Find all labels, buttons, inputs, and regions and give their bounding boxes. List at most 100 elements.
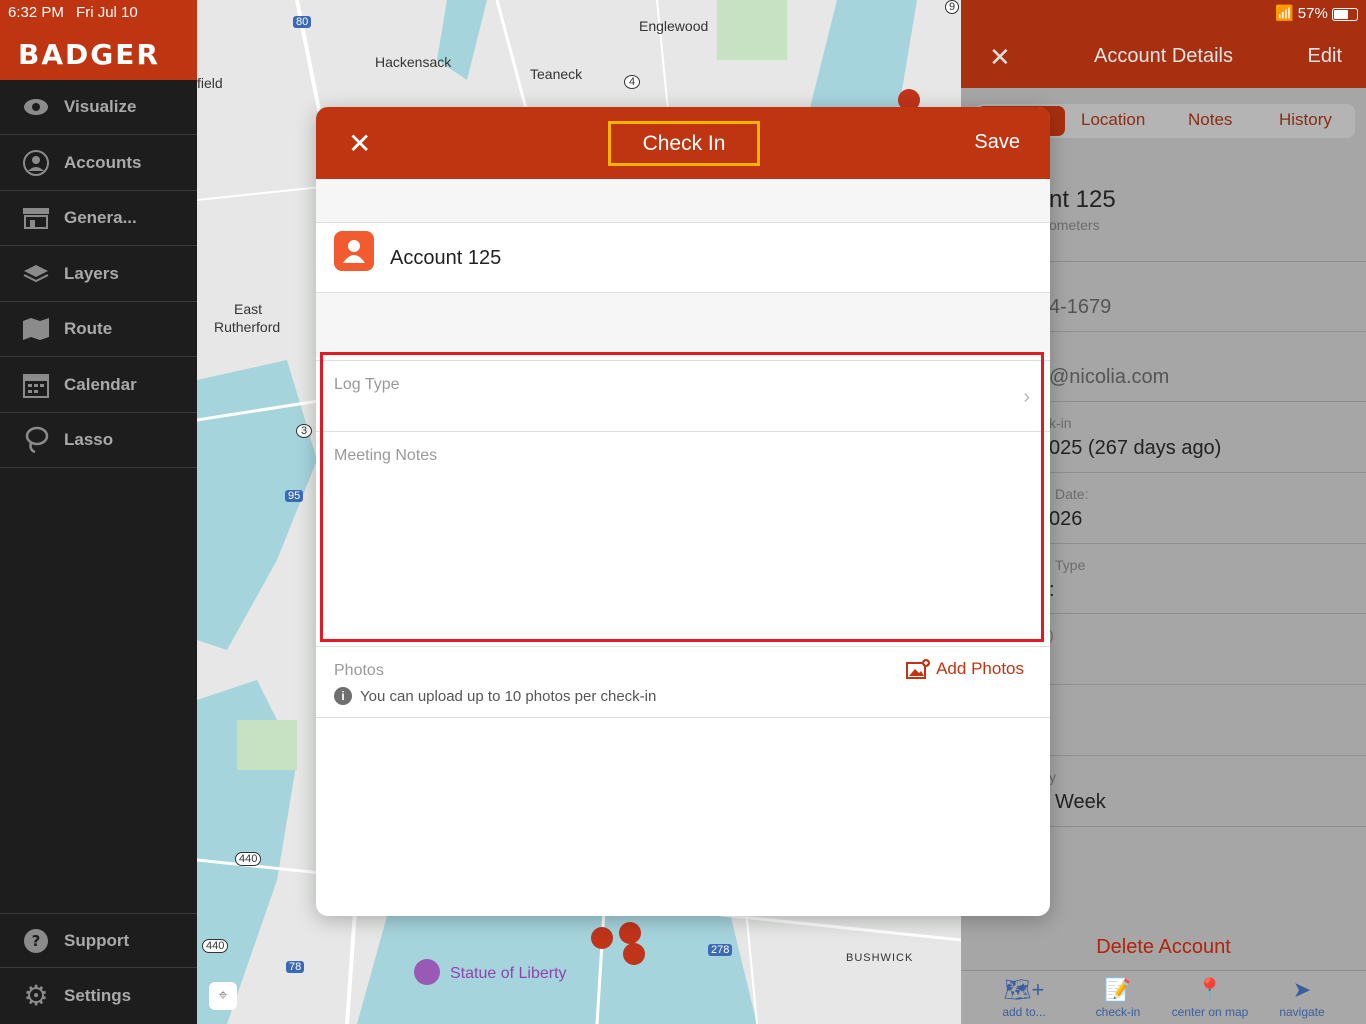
sidebar-item-label: Layers	[64, 264, 119, 283]
detail-value: @nicolia.com	[1049, 366, 1170, 388]
map-label-statue-of-liberty: Statue of Liberty	[450, 965, 567, 982]
account-toolbar: 🗺+ add to... 📝 check-in 📍 center on map …	[961, 970, 1366, 1024]
sidebar-item-support[interactable]: ? Support	[0, 913, 197, 968]
sidebar-item-calendar[interactable]: Calendar	[0, 358, 197, 413]
status-battery: 📶 57%	[1275, 4, 1358, 22]
photo-info-text: You can upload up to 10 photos per check…	[360, 687, 657, 705]
form-highlight	[320, 352, 1044, 642]
status-time-text: 6:32 PM	[8, 4, 64, 21]
section-spacer	[316, 179, 1050, 223]
add-photos-label: Add Photos	[936, 659, 1024, 678]
detail-value: 4-1679	[1049, 296, 1112, 318]
account-name: Account 125	[390, 247, 502, 269]
modal-title: Check In	[642, 131, 726, 155]
battery-percent: 57%	[1297, 5, 1328, 22]
map-label-teaneck: Teaneck	[530, 66, 583, 82]
account-details-title: Account Details	[1094, 45, 1233, 67]
modal-title-highlight: Check In	[608, 121, 760, 166]
sidebar-item-visualize[interactable]: Visualize	[0, 80, 197, 135]
sidebar-item-label: Visualize	[64, 97, 137, 116]
tool-label: check-in	[1095, 1005, 1141, 1019]
route-shield: 9	[945, 0, 960, 14]
check-in-modal: ✕ Check In Save Account 125 Log Type › M…	[316, 107, 1050, 916]
photos-label: Photos	[334, 662, 384, 679]
divider	[316, 646, 1050, 647]
question-icon: ?	[22, 927, 50, 955]
detail-value: nt 125	[1049, 186, 1116, 213]
eye-icon	[22, 93, 50, 121]
tool-label: navigate	[1279, 1005, 1325, 1019]
tab-notes[interactable]: Notes	[1188, 110, 1232, 130]
route-shield: 3	[296, 424, 313, 438]
sidebar-item-label: Accounts	[64, 153, 142, 172]
map-label-hackensack: Hackensack	[375, 54, 452, 70]
detail-value: 026	[1049, 508, 1083, 530]
tool-label: add to...	[1002, 1005, 1046, 1019]
detail-value: 025 (267 days ago)	[1049, 437, 1222, 459]
pin-icon: 📍	[1196, 977, 1224, 1002]
check-in-button[interactable]: 📝 check-in	[1073, 977, 1163, 1019]
sidebar-item-label: Calendar	[64, 375, 137, 394]
account-row: Account 125	[316, 223, 1050, 293]
svg-text:?: ?	[32, 932, 41, 950]
checkin-icon: 📝	[1104, 977, 1132, 1002]
sidebar-item-label: Lasso	[64, 430, 114, 449]
detail-sub: ometers	[1049, 217, 1100, 233]
brand-logo: BADGER	[18, 38, 160, 71]
map-plus-icon: 🗺+	[1003, 977, 1045, 1002]
route-shield: 4	[624, 75, 641, 89]
sidebar-item-label: Support	[64, 930, 130, 950]
route-shield: 440	[235, 852, 262, 866]
highway-shield: 78	[286, 961, 305, 973]
sidebar-item-layers[interactable]: Layers	[0, 247, 197, 302]
detail-sub: Date:	[1055, 486, 1089, 502]
sidebar-item-settings[interactable]: ⚙ Settings	[0, 968, 197, 1023]
close-modal-button[interactable]: ✕	[348, 127, 371, 160]
highway-shield: 95	[285, 490, 304, 502]
layers-icon	[22, 260, 50, 288]
status-time: 6:32 PM Fri Jul 10	[8, 4, 146, 21]
add-to-button[interactable]: 🗺+ add to...	[979, 977, 1069, 1019]
status-date-text: Fri Jul 10	[76, 4, 138, 21]
map-icon	[22, 315, 50, 343]
save-button[interactable]: Save	[974, 131, 1020, 154]
sidebar: BADGER 6:32 PM Fri Jul 10 Visualize Acco…	[0, 0, 197, 1024]
add-photo-icon	[906, 659, 931, 679]
account-details-header: 📶 57% ✕ Account Details Edit	[961, 0, 1366, 88]
add-photos-button[interactable]: Add Photos	[906, 659, 1024, 679]
delete-account-button[interactable]: Delete Account	[961, 936, 1366, 959]
tab-history[interactable]: History	[1279, 110, 1332, 130]
info-icon: i	[334, 687, 352, 705]
sidebar-item-label: Settings	[64, 985, 132, 1005]
tab-location[interactable]: Location	[1081, 110, 1145, 130]
sidebar-item-general[interactable]: Genera...	[0, 191, 197, 246]
wifi-icon: 📶	[1274, 5, 1294, 22]
map-label-east: East	[234, 301, 263, 317]
edit-button[interactable]: Edit	[1308, 45, 1342, 68]
map-label-englewood: Englewood	[639, 18, 709, 34]
store-icon	[22, 204, 50, 232]
photo-info: i You can upload up to 10 photos per che…	[334, 687, 656, 705]
highway-shield: 278	[708, 944, 733, 956]
battery-icon	[1332, 7, 1358, 21]
divider	[316, 717, 1050, 718]
highway-shield: 80	[293, 16, 312, 28]
modal-header: ✕ Check In Save	[316, 107, 1050, 179]
section-spacer	[316, 293, 1050, 357]
map-label-bushwick: BUSHWICK	[846, 952, 914, 964]
detail-sub: Type	[1055, 557, 1086, 573]
detail-sub: k-in	[1049, 415, 1072, 431]
sidebar-item-route[interactable]: Route	[0, 302, 197, 357]
sidebar-item-lasso[interactable]: Lasso	[0, 413, 197, 468]
navigate-icon: ➤	[1292, 977, 1312, 1002]
sidebar-item-accounts[interactable]: Accounts	[0, 136, 197, 191]
detail-sub: y	[1049, 769, 1056, 785]
sidebar-item-label: Route	[64, 319, 113, 338]
account-person-icon	[334, 231, 374, 271]
navigate-button[interactable]: ➤ navigate	[1257, 977, 1347, 1019]
locate-icon[interactable]: ⌖	[209, 982, 237, 1010]
lasso-icon	[22, 426, 50, 454]
sidebar-item-label: Genera...	[64, 208, 137, 227]
center-on-map-button[interactable]: 📍 center on map	[1165, 977, 1255, 1019]
map-label-rutherford: Rutherford	[214, 319, 281, 335]
